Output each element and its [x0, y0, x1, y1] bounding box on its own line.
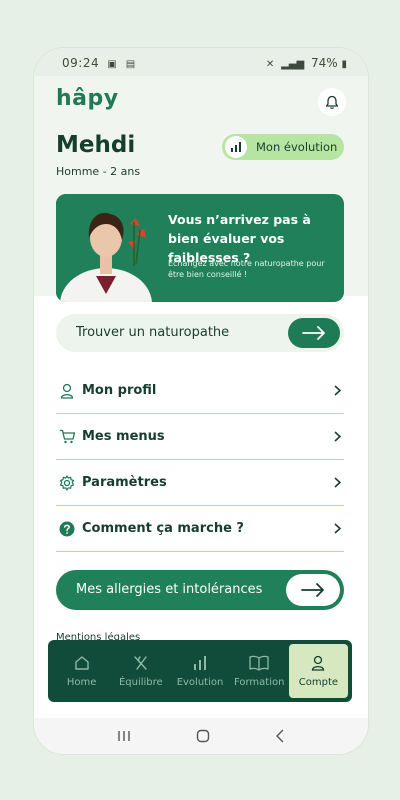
profile-details: Homme - 2 ans [56, 165, 141, 178]
chevron-right-icon [330, 431, 344, 442]
tab-compte[interactable]: Compte [288, 644, 349, 698]
tab-equilibre[interactable]: Équilibre [111, 644, 170, 698]
notifications-button[interactable] [318, 88, 346, 116]
bar-chart-icon [231, 142, 241, 152]
back-icon[interactable] [275, 729, 285, 743]
gallery-icon: ▤ [125, 59, 136, 70]
find-naturopath-label: Trouver un naturopathe [76, 325, 230, 340]
naturopath-promo-card[interactable]: Vous n’arrivez pas à bien évaluer vos fa… [56, 194, 344, 302]
recent-apps-icon[interactable] [117, 730, 131, 742]
menu-item-label: Paramètres [82, 475, 167, 490]
chevron-right-icon [330, 477, 344, 488]
evolution-label: Mon évolution [256, 140, 338, 154]
arrow-right-icon [302, 326, 325, 340]
battery-icon: ▮ [341, 59, 347, 70]
tab-label: Compte [298, 676, 339, 688]
tab-home[interactable]: Home [52, 644, 111, 698]
mute-icon: ✕ [265, 59, 275, 70]
bell-icon [325, 95, 339, 109]
chevron-right-icon [330, 385, 344, 396]
tab-formation[interactable]: Formation [230, 644, 289, 698]
arrow-right-icon [301, 583, 324, 597]
user-icon [56, 380, 78, 402]
utensils-icon [134, 655, 147, 670]
signal-icon: ▂▄▆ [281, 59, 305, 70]
evolution-button[interactable]: Mon évolution [222, 134, 344, 160]
gear-icon [56, 472, 78, 494]
app-logo: hâpy [56, 86, 119, 111]
allergies-button[interactable]: Mes allergies et intolérances [56, 570, 344, 610]
notification-icon: ▣ [107, 59, 118, 70]
promo-body: Échangez avec notre naturopathe pour êtr… [168, 259, 325, 279]
status-bar: 09:24 ▣ ▤ ✕ ▂▄▆ 74% ▮ [34, 48, 368, 76]
menu-item-label: Mon profil [82, 383, 157, 398]
bottom-tab-bar: Home Équilibre Evolution Formation Compt… [48, 640, 352, 702]
find-naturopath-button[interactable]: Trouver un naturopathe [56, 314, 344, 352]
tab-evolution[interactable]: Evolution [170, 644, 229, 698]
tab-label: Équilibre [118, 676, 163, 688]
phone-screen: 09:24 ▣ ▤ ✕ ▂▄▆ 74% ▮ hâpy Mehdi Homme -… [34, 48, 368, 754]
menu-item-menus[interactable]: Mes menus [56, 414, 344, 460]
tab-label: Formation [233, 676, 285, 688]
menu-item-how-it-works[interactable]: Comment ça marche ? [56, 506, 344, 552]
user-icon [312, 655, 325, 671]
system-nav-bar [34, 718, 368, 754]
battery-level: 74% [310, 56, 338, 70]
find-naturopath-arrow[interactable] [288, 318, 340, 348]
menu-item-profile[interactable]: Mon profil [56, 368, 344, 414]
cart-icon [56, 426, 78, 448]
home-icon [74, 655, 89, 670]
book-icon [249, 655, 269, 671]
menu-item-label: Mes menus [82, 429, 165, 444]
tab-label: Home [66, 676, 97, 688]
menu-item-settings[interactable]: Paramètres [56, 460, 344, 506]
status-time: 09:24 [62, 56, 100, 70]
bar-chart-icon [194, 655, 206, 670]
menu-item-label: Comment ça marche ? [82, 521, 244, 536]
home-nav-icon[interactable] [196, 729, 210, 743]
profile-name: Mehdi [56, 132, 136, 158]
allergies-label: Mes allergies et intolérances [76, 582, 263, 597]
help-icon [56, 518, 78, 540]
allergies-arrow[interactable] [286, 574, 340, 606]
naturopath-photo [56, 194, 156, 302]
tab-label: Evolution [176, 676, 224, 688]
chevron-right-icon [330, 523, 344, 534]
evolution-icon-circle [225, 136, 247, 158]
